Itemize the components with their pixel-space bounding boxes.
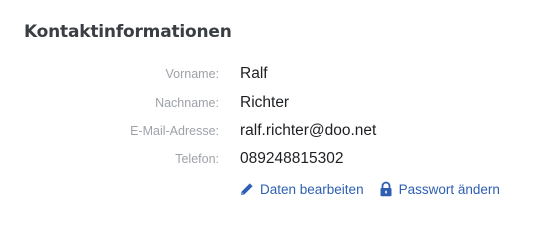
last-name-label: Nachname:	[155, 96, 219, 110]
phone-value: 089248815302	[240, 150, 344, 167]
field-row-phone: Telefon: 089248815302	[0, 148, 535, 170]
first-name-label: Vorname:	[165, 67, 219, 81]
phone-label: Telefon:	[175, 152, 219, 166]
section-title: Kontaktinformationen	[24, 22, 232, 42]
last-name-value: Richter	[240, 94, 290, 111]
edit-data-link[interactable]: Daten bearbeiten	[239, 181, 364, 197]
first-name-value: Ralf	[240, 65, 268, 82]
pencil-icon	[239, 181, 255, 197]
email-label: E-Mail-Adresse:	[130, 124, 219, 138]
change-password-link[interactable]: Passwort ändern	[378, 181, 500, 197]
edit-data-label: Daten bearbeiten	[260, 181, 364, 197]
field-row-last-name: Nachname: Richter	[0, 92, 535, 114]
change-password-label: Passwort ändern	[398, 181, 500, 197]
field-row-email: E-Mail-Adresse: ralf.richter@doo.net	[0, 120, 535, 142]
actions-bar: Daten bearbeiten Passwort ändern	[239, 178, 500, 200]
lock-icon	[378, 181, 394, 197]
field-row-first-name: Vorname: Ralf	[0, 63, 535, 85]
email-value: ralf.richter@doo.net	[240, 122, 377, 139]
